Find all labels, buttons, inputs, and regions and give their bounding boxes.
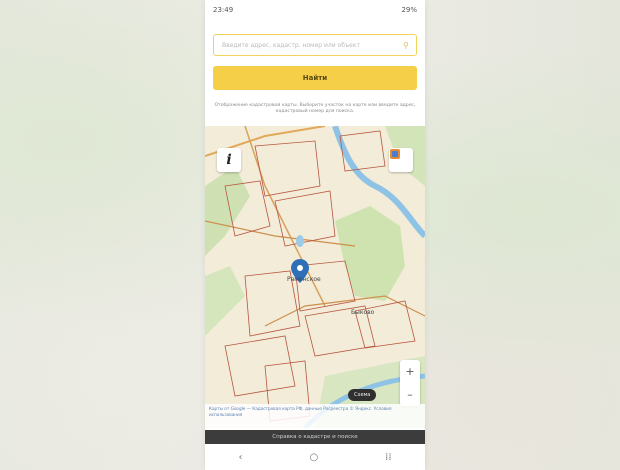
recents-icon[interactable]: ⁞⁞ — [385, 452, 391, 463]
zoom-in-button[interactable]: + — [405, 365, 414, 378]
zoom-control: + – — [400, 360, 420, 406]
zoom-out-button[interactable]: – — [407, 388, 413, 401]
back-icon[interactable]: ‹ — [238, 452, 242, 463]
layer-chip[interactable]: Схема — [348, 389, 377, 401]
forest-area — [205, 166, 250, 256]
location-pin-icon[interactable]: ⚲ — [403, 41, 410, 50]
layers-button[interactable] — [389, 148, 413, 172]
road — [264, 295, 425, 327]
map-label-place: Быково — [351, 309, 375, 316]
cadastral-map[interactable]: Раменское Быково i + – — [205, 126, 425, 428]
status-battery: 29% — [401, 6, 417, 14]
info-button[interactable]: i — [217, 148, 241, 172]
lake — [296, 235, 304, 247]
park-area — [335, 206, 405, 301]
bottom-info-bar[interactable]: Справка о кадастре и поиске — [205, 430, 425, 444]
phone-screen: 23:49 29% ⚲ Найти Отображение кадастрово… — [205, 0, 425, 470]
status-bar: 23:49 29% — [205, 0, 425, 20]
hint-text: Отображение кадастровой карты. Выберите … — [214, 103, 416, 114]
search-input[interactable] — [220, 40, 403, 50]
info-icon: i — [226, 152, 232, 168]
home-icon[interactable]: ○ — [309, 452, 318, 463]
forest-area — [205, 266, 245, 336]
search-field[interactable]: ⚲ — [213, 34, 417, 56]
status-time: 23:49 — [213, 6, 234, 14]
find-button[interactable]: Найти — [213, 66, 417, 90]
map-label-place: Раменское — [287, 276, 321, 283]
android-nav-bar: ‹ ○ ⁞⁞ — [205, 444, 425, 470]
map-attribution[interactable]: Карты от Google — Кадастровая карта РФ, … — [205, 404, 425, 428]
